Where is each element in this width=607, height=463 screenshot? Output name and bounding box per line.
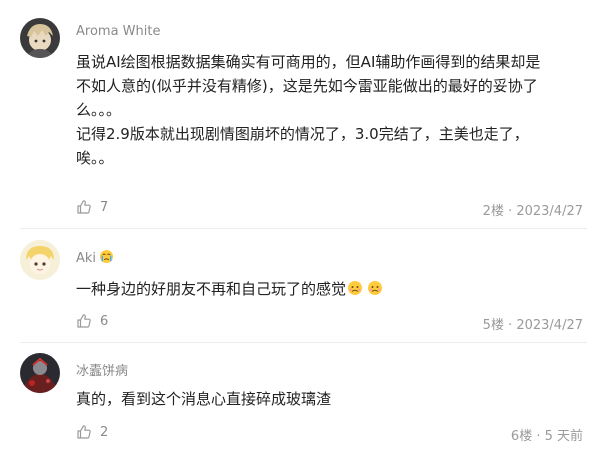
floor-date: 6楼 · 5 天前: [510, 429, 583, 444]
like-button[interactable]: 6: [76, 313, 108, 329]
floor-date: 2楼 · 2023/4/27: [482, 204, 583, 219]
like-count: 2: [100, 424, 109, 440]
thumbs-up-icon: [77, 425, 91, 439]
comment-content: 一种身边的好朋友不再和自己玩了的感觉: [76, 277, 576, 301]
like-count: 6: [100, 313, 109, 329]
author-name[interactable]: Aroma White: [76, 24, 160, 39]
avatar[interactable]: [20, 18, 60, 58]
avatar[interactable]: [20, 353, 60, 393]
like-button[interactable]: 2: [76, 424, 108, 440]
thumbs-up-icon: [77, 314, 91, 328]
comment-line: 不如人意的(似乎并没有精修)，这是先如今雷亚能做出的最好的妥协了: [76, 77, 538, 95]
comment-content: 真的，看到这个消息心直接碎成玻璃渣: [76, 387, 576, 411]
comment-text: 真的，看到这个消息心直接碎成玻璃渣: [76, 390, 332, 408]
comment-line: 唉。。: [76, 149, 114, 167]
comment-text: 一种身边的好朋友不再和自己玩了的感觉: [76, 280, 347, 298]
author-name-text: Aki: [76, 251, 97, 266]
floor-date: 5楼 · 2023/4/27: [482, 318, 583, 333]
comment-item: 冰蠹饼病 真的，看到这个消息心直接碎成玻璃渣 2 6楼 · 5 天前: [0, 343, 607, 463]
sad-emoji-icon: [347, 279, 363, 295]
comment-item: Aroma White 虽说AI绘图根据数据集确实有可商用的，但AI辅助作画得到…: [0, 0, 607, 222]
comment-item: Aki 一种身边的好朋友不再和自己玩了的感觉 6 5楼 · 2023/4/27: [0, 229, 607, 339]
crying-emoji-icon: [99, 249, 114, 268]
thumbs-up-icon: [77, 200, 91, 214]
like-count: 7: [100, 199, 109, 215]
avatar[interactable]: [20, 240, 60, 280]
comment-line: 记得2.9版本就出现剧情图崩坏的情况了，3.0完结了，主美也走了，: [76, 125, 529, 143]
comment-line: 虽说AI绘图根据数据集确实有可商用的，但AI辅助作画得到的结果却是: [76, 53, 541, 71]
comment-content: 虽说AI绘图根据数据集确实有可商用的，但AI辅助作画得到的结果却是 不如人意的(…: [76, 50, 576, 170]
comment-line: 么。。。: [76, 101, 122, 119]
author-name[interactable]: 冰蠹饼病: [76, 360, 128, 379]
sad-emoji-icon: [367, 279, 383, 295]
author-name[interactable]: Aki: [76, 249, 114, 268]
like-button[interactable]: 7: [76, 199, 108, 215]
